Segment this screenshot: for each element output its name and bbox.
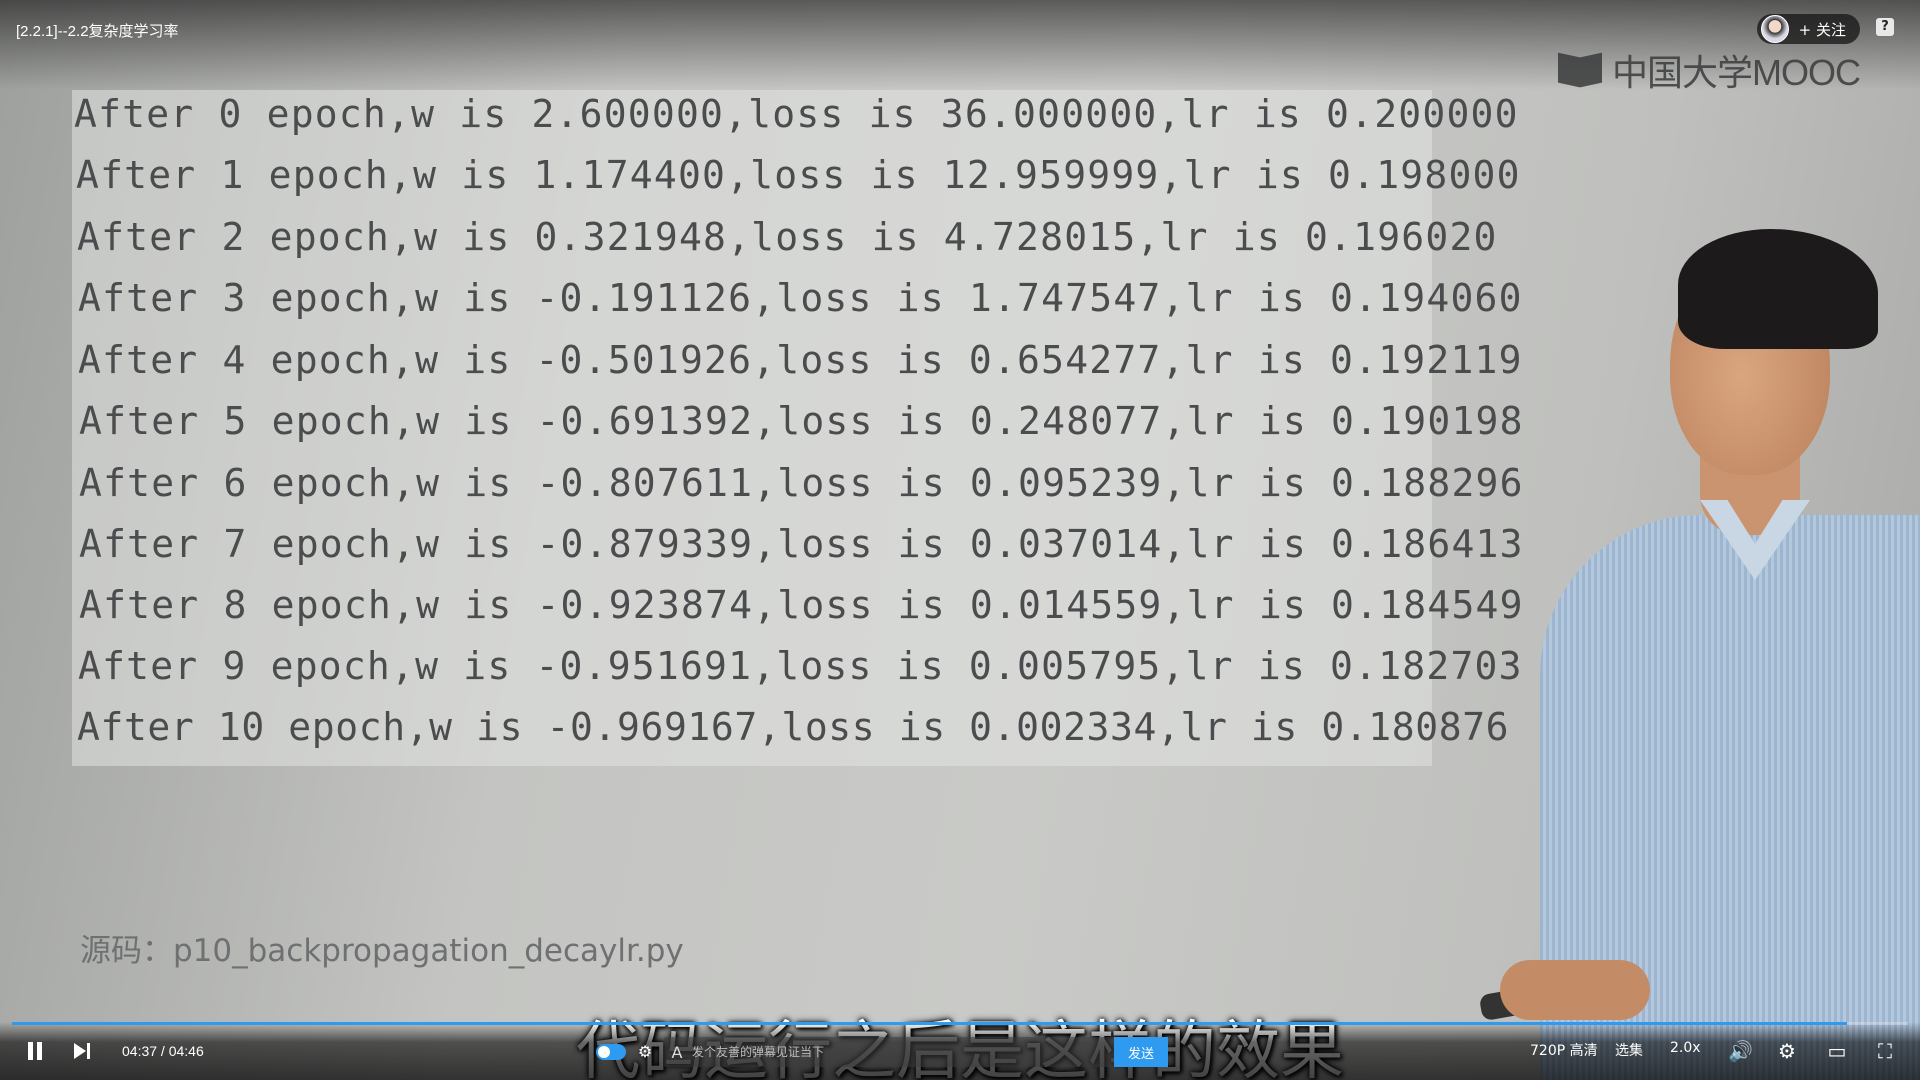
output-line: After 6 epoch,w is -0.807611,loss is 0.0… — [79, 461, 1524, 505]
pause-button[interactable] — [26, 1042, 44, 1060]
send-button[interactable]: 发送 — [1114, 1037, 1168, 1067]
logo-text: 中国大学MOOC — [1612, 52, 1861, 93]
presenter — [1478, 215, 1920, 1080]
control-bar: 04:37 / 04:46 ⚙ A 发送 720P 高清 选集 2.0x 🔊 ⚙… — [0, 1022, 1920, 1080]
time-display: 04:37 / 04:46 — [122, 1043, 204, 1059]
avatar[interactable] — [1760, 15, 1789, 43]
output-line: After 5 epoch,w is -0.691392,loss is 0.2… — [79, 399, 1524, 443]
output-line: After 7 epoch,w is -0.879339,loss is 0.0… — [79, 522, 1524, 566]
mooc-logo: 中国大学MOOC — [1558, 44, 1861, 96]
output-line: After 3 epoch,w is -0.191126,loss is 1.7… — [78, 276, 1523, 320]
danmu-input-wrap: A 发送 — [664, 1037, 1168, 1067]
next-button[interactable] — [74, 1042, 92, 1060]
help-icon[interactable]: ? — [1876, 18, 1894, 36]
follow-button[interactable]: + 关注 — [1799, 19, 1846, 40]
progress-fill — [12, 1022, 1848, 1025]
video-player[interactable]: [2.2.1]--2.2复杂度学习率 + 关注 ? 中国大学MOOC After… — [0, 0, 1920, 1080]
output-line: After 8 epoch,w is -0.923874,loss is 0.0… — [79, 583, 1524, 627]
follow-widget[interactable]: + 关注 — [1756, 14, 1860, 44]
source-file-label: 源码：p10_backpropagation_decaylr.py — [80, 933, 684, 969]
output-line: After 0 epoch,w is 2.600000,loss is 36.0… — [74, 92, 1519, 136]
volume-icon[interactable]: 🔊 — [1728, 1040, 1753, 1062]
danmu-settings-icon[interactable]: ⚙ — [634, 1043, 656, 1061]
fullscreen-icon[interactable]: ⛶ — [1874, 1040, 1896, 1062]
output-line: After 2 epoch,w is 0.321948,loss is 4.72… — [77, 215, 1498, 259]
output-line: After 4 epoch,w is -0.501926,loss is 0.6… — [78, 338, 1523, 382]
episodes-button[interactable]: 选集 — [1615, 1040, 1643, 1060]
picture-in-picture-icon[interactable]: ▭ — [1826, 1040, 1848, 1062]
book-logo-icon — [1558, 51, 1606, 89]
speed-selector[interactable]: 2.0x — [1670, 1040, 1701, 1056]
output-line: After 9 epoch,w is -0.951691,loss is 0.0… — [78, 644, 1523, 688]
progress-bar[interactable] — [12, 1022, 1908, 1025]
danmu-toggle[interactable] — [596, 1044, 626, 1060]
output-line: After 1 epoch,w is 1.174400,loss is 12.9… — [76, 153, 1521, 197]
output-line: After 10 epoch,w is -0.969167,loss is 0.… — [77, 705, 1510, 749]
video-title: [2.2.1]--2.2复杂度学习率 — [16, 23, 179, 40]
danmu-controls: ⚙ A 发送 — [596, 1036, 1168, 1068]
settings-icon[interactable]: ⚙ — [1776, 1040, 1798, 1062]
quality-selector[interactable]: 720P 高清 — [1530, 1040, 1598, 1060]
font-style-icon[interactable]: A — [664, 1043, 690, 1062]
danmu-input[interactable] — [690, 1037, 1114, 1067]
